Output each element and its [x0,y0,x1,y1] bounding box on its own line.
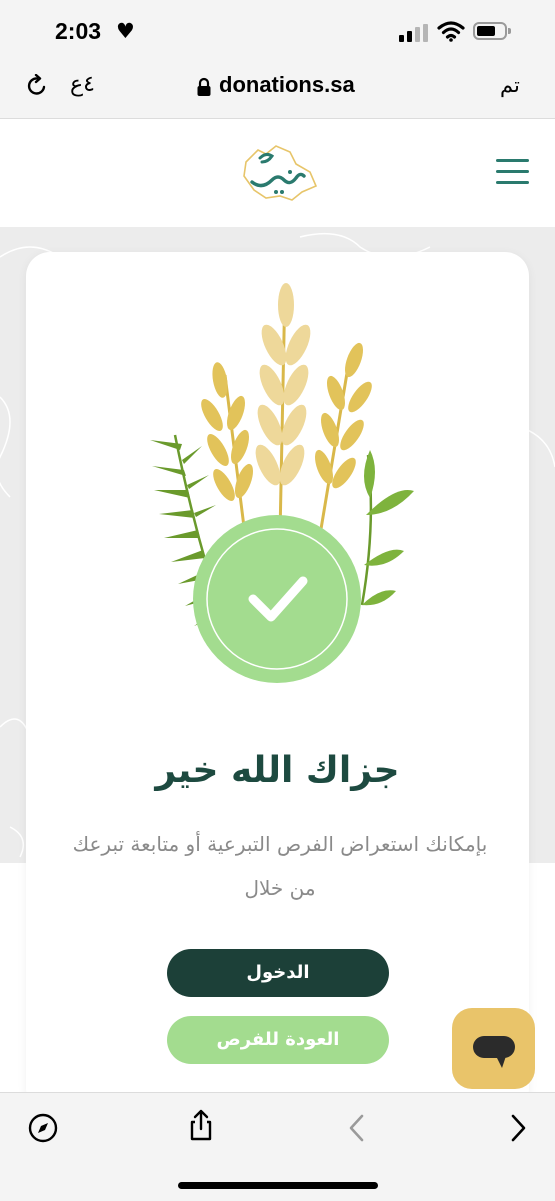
battery-icon [473,22,511,40]
text-size-button[interactable]: ٤ع [70,72,95,97]
chevron-right-icon[interactable] [500,1111,534,1145]
status-time: 2:03 [55,18,102,44]
share-icon[interactable] [184,1108,218,1142]
cellular-signal-icon [399,24,429,42]
site-logo[interactable] [236,142,320,204]
compass-icon[interactable] [26,1111,60,1145]
wheat-checkmark-illustration [150,283,414,683]
url-text[interactable]: donations.sa [219,72,355,98]
login-button[interactable]: الدخول [167,949,389,997]
chevron-left-icon[interactable] [341,1111,375,1145]
heart-icon: ♥ [116,19,135,43]
lock-icon [197,77,211,96]
wifi-icon [437,21,465,42]
thanks-description: بإمكانك استعراض الفرص التبرعية أو متابعة… [72,832,488,900]
reload-icon[interactable] [25,74,49,98]
chat-bubble-icon [473,1036,515,1068]
chat-button[interactable] [452,1008,535,1089]
back-to-opportunities-button[interactable]: العودة للفرص [167,1016,389,1064]
done-button[interactable]: تم [500,73,520,97]
hamburger-menu-icon[interactable] [496,157,530,187]
home-indicator [178,1182,378,1189]
thanks-title: جزاك الله خير [155,750,400,791]
